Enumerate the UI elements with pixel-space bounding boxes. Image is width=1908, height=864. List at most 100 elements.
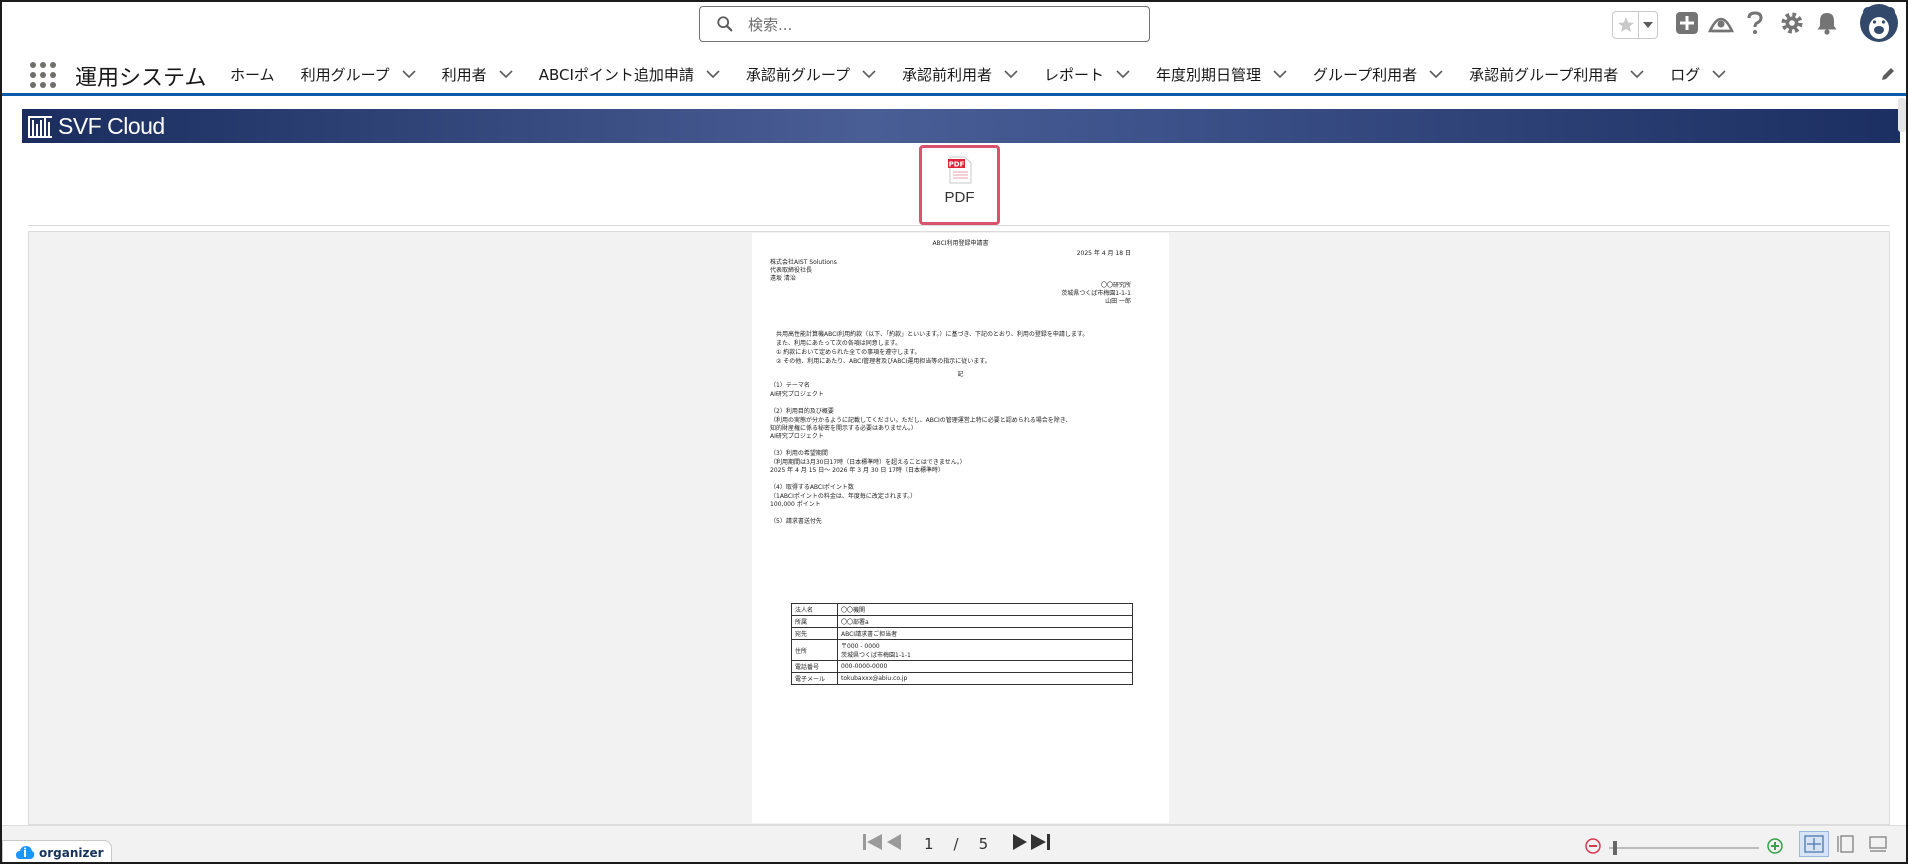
svf-cloud-logo: SVF Cloud bbox=[28, 113, 165, 140]
section-heading: （2）利用目的及び概要 bbox=[770, 408, 834, 415]
viewer-toolbar: 1 / 5 bbox=[2, 825, 1906, 862]
help-icon[interactable] bbox=[1745, 11, 1765, 39]
zoom-out-icon[interactable] bbox=[1585, 838, 1601, 858]
organizer-widget[interactable]: organizer bbox=[2, 840, 112, 862]
table-row: 住所 〒000 - 0000 茨城県つくば市梅園1-1-1 bbox=[791, 639, 1133, 661]
table-row: 所属 〇〇部署a bbox=[791, 615, 1133, 628]
nav-item-label: 利用者 bbox=[441, 65, 487, 84]
nav-item[interactable]: 承認前グループ bbox=[740, 52, 882, 96]
nav-item[interactable]: 承認前グループ利用者 bbox=[1463, 52, 1650, 96]
nav-item-label: 利用グループ bbox=[300, 65, 390, 84]
table-key-cell: 住所 bbox=[791, 639, 838, 661]
nav-item-label: 承認前グループ利用者 bbox=[1469, 65, 1619, 84]
chevron-down-icon[interactable] bbox=[1630, 69, 1644, 79]
gear-icon[interactable] bbox=[1780, 11, 1804, 39]
chevron-down-icon[interactable] bbox=[499, 69, 513, 79]
table-row: 法人名 〇〇機関 bbox=[791, 603, 1133, 616]
app-launcher-icon[interactable] bbox=[30, 62, 56, 88]
chevron-down-icon[interactable] bbox=[402, 69, 416, 79]
app-navigation-bar: 運用システム ホーム 利用グループ 利用者 ABCIポイント追加申請 承認前グループ 承認… bbox=[2, 52, 1906, 96]
global-header: 検索... bbox=[2, 2, 1906, 48]
table-value-cell: 〇〇機関 bbox=[837, 603, 1133, 616]
nav-item[interactable]: 承認前利用者 bbox=[896, 52, 1024, 96]
pdf-button-label: PDF bbox=[944, 189, 975, 206]
trailhead-icon[interactable] bbox=[1707, 11, 1735, 39]
zoom-slider[interactable] bbox=[1609, 841, 1759, 855]
ki-label: 記 bbox=[957, 371, 964, 378]
nav-item[interactable]: 年度別期日管理 bbox=[1150, 52, 1293, 96]
table-value-cell: 000-0000-0000 bbox=[837, 660, 1133, 673]
edit-nav-icon[interactable] bbox=[1880, 66, 1896, 86]
table-key-cell: 宛先 bbox=[791, 627, 838, 640]
table-value-cell: 〒000 - 0000 茨城県つくば市梅園1-1-1 bbox=[837, 639, 1133, 661]
section-heading: （4）取得するABCIポイント数 bbox=[770, 484, 854, 491]
nav-item-label: ホーム bbox=[230, 65, 275, 84]
pdf-download-button[interactable]: PDF PDF bbox=[919, 145, 1000, 225]
section-line: 2025 年 4 月 15 日～ 2026 年 3 月 30 日 17時（日本標… bbox=[770, 467, 944, 474]
svf-logo-text: SVF Cloud bbox=[58, 113, 165, 139]
last-page-icon[interactable] bbox=[1030, 833, 1052, 855]
bell-icon[interactable] bbox=[1816, 11, 1838, 39]
organizer-label: organizer bbox=[39, 846, 104, 860]
chevron-down-icon[interactable] bbox=[1004, 69, 1018, 79]
section-heading: （5）請求書送付先 bbox=[770, 518, 822, 525]
table-row: 電話番号 000-0000-0000 bbox=[791, 660, 1133, 673]
section-line: （利用期間は3月30日17時（日本標準時）を超えることはできません。） bbox=[770, 459, 966, 466]
chevron-down-icon[interactable] bbox=[1639, 12, 1657, 38]
nav-item[interactable]: ABCIポイント追加申請 bbox=[533, 52, 726, 96]
avatar[interactable] bbox=[1859, 3, 1899, 47]
table-key-cell: 電話番号 bbox=[791, 660, 838, 673]
section-line: AI研究プロジェクト bbox=[770, 391, 824, 398]
nav-item[interactable]: 利用グループ bbox=[295, 52, 422, 96]
fit-page-icon[interactable] bbox=[1799, 831, 1829, 857]
prev-page-icon[interactable] bbox=[886, 833, 902, 855]
table-key-cell: 法人名 bbox=[791, 603, 838, 616]
star-icon[interactable] bbox=[1613, 12, 1639, 38]
zoom-in-icon[interactable] bbox=[1767, 838, 1783, 858]
current-page[interactable]: 1 bbox=[924, 835, 934, 853]
fit-height-icon[interactable] bbox=[1831, 831, 1861, 857]
intro-line: ① 約款において定められた全ての事項を遵守します。 bbox=[776, 349, 921, 356]
global-search-input[interactable]: 検索... bbox=[699, 6, 1150, 42]
chevron-down-icon[interactable] bbox=[1429, 69, 1443, 79]
favorites-button[interactable] bbox=[1612, 11, 1658, 39]
first-page-icon[interactable] bbox=[862, 833, 884, 855]
table-key-cell: 電子メール bbox=[791, 672, 838, 685]
svf-logo-mark-icon bbox=[28, 115, 52, 138]
search-placeholder: 検索... bbox=[748, 15, 793, 34]
document-date: 2025 年 4 月 18 日 bbox=[1076, 250, 1131, 257]
next-page-icon[interactable] bbox=[1012, 833, 1028, 855]
chevron-down-icon[interactable] bbox=[1273, 69, 1287, 79]
nav-item[interactable]: 利用者 bbox=[436, 52, 519, 96]
document-viewer[interactable]: ABCI利用登録申請書 2025 年 4 月 18 日 株式会社AIST Sol… bbox=[28, 231, 1890, 825]
zoom-slider-thumb[interactable] bbox=[1613, 841, 1617, 855]
nav-item[interactable]: ログ bbox=[1664, 52, 1732, 96]
pdf-file-icon: PDF bbox=[947, 156, 971, 184]
table-key-cell: 所属 bbox=[791, 615, 838, 628]
nav-items: ホーム 利用グループ 利用者 ABCIポイント追加申請 承認前グループ 承認前利用者 レポー… bbox=[224, 52, 1746, 96]
nav-item[interactable]: グループ利用者 bbox=[1307, 52, 1449, 96]
chevron-down-icon[interactable] bbox=[706, 69, 720, 79]
nav-item[interactable]: ホーム bbox=[224, 52, 281, 96]
fit-width-icon[interactable] bbox=[1863, 831, 1893, 857]
document-page: ABCI利用登録申請書 2025 年 4 月 18 日 株式会社AIST Sol… bbox=[752, 233, 1169, 823]
applicant-line: 茨城県つくば市梅園1-1-1 bbox=[1061, 290, 1131, 297]
section-heading: （1）テーマ名 bbox=[770, 382, 810, 389]
nav-item[interactable]: レポート bbox=[1038, 52, 1136, 96]
divider bbox=[28, 225, 1890, 226]
app-name: 運用システム bbox=[75, 66, 207, 91]
zoom-control bbox=[1585, 838, 1783, 858]
chevron-down-icon[interactable] bbox=[1116, 69, 1130, 79]
applicant-line: 山田 一郎 bbox=[1105, 298, 1131, 305]
nav-item-label: ABCIポイント追加申請 bbox=[538, 65, 694, 84]
table-row: 電子メール tokubaxxx@abiu.co.jp bbox=[791, 672, 1133, 685]
page-scrollbar[interactable] bbox=[1898, 98, 1906, 132]
section-line: AI研究プロジェクト bbox=[770, 433, 824, 440]
section-line: （1ABCIポイントの料金は、年度毎に改定されます。） bbox=[770, 493, 917, 500]
intro-line: 共用高性能計算機ABCI利用約款（以下、「約款」といいます。）に基づき、下記のと… bbox=[776, 331, 1089, 338]
section-line: 知的財産権に係る秘密を開示する必要はありません。） bbox=[770, 425, 917, 432]
chevron-down-icon[interactable] bbox=[862, 69, 876, 79]
table-value-cell: ABCI請求書ご担当者 bbox=[837, 627, 1133, 640]
add-icon[interactable] bbox=[1675, 11, 1699, 39]
chevron-down-icon[interactable] bbox=[1712, 69, 1726, 79]
